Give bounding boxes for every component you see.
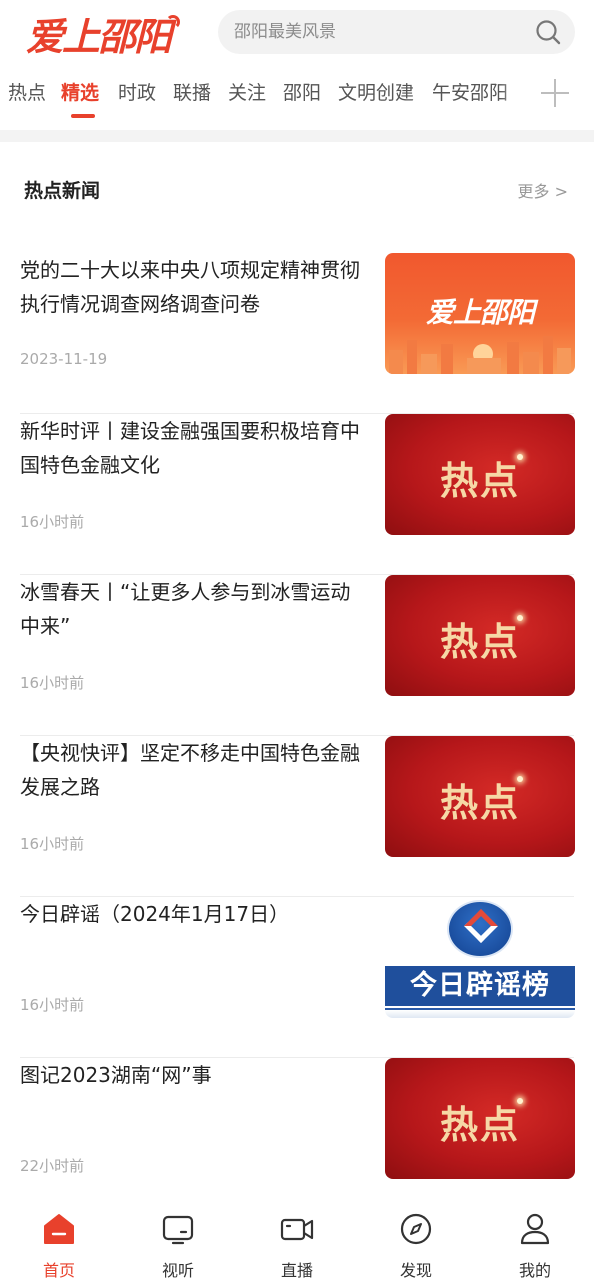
section-title: 热点新闻 [24,180,101,202]
app-header: 爱上邵阳 [0,0,594,66]
rumor-seal-logo [447,900,513,958]
news-title: 党的二十大以来中央八项规定精神贯彻执行情况调查网络调查问卷 [20,258,360,316]
thumb-hot-text: 热点 [439,458,520,503]
news-thumbnail: 热点 [385,1058,575,1179]
tab-good-afternoon[interactable]: 午安邵阳 [432,78,508,105]
tab-broadcast[interactable]: 联播 [173,78,211,105]
tab-civilization[interactable]: 文明创建 [338,78,414,105]
city-skyline-graphic [389,336,571,374]
news-time: 16小时前 [20,835,85,853]
news-title: 新华时评丨建设金融强国要积极培育中国特色金融文化 [20,419,360,477]
thumb-hot-text: 热点 [439,780,520,825]
news-item[interactable]: 【央视快评】坚定不移走中国特色金融发展之路 16小时前 热点 [0,736,594,897]
tabs-fade [500,72,530,118]
active-tab-indicator [71,114,95,118]
app-logo[interactable]: 爱上邵阳 [26,10,181,59]
rumor-banner-text: 今日辟谣榜 [385,966,575,1006]
news-thumbnail: 今日辟谣榜 [385,897,575,1018]
video-camera-icon [280,1218,314,1241]
nav-label: 直播 [280,1261,313,1280]
tv-icon [162,1215,194,1245]
news-time: 16小时前 [20,674,85,692]
channel-tabs: 热点 精选 时政 联播 关注 邵阳 文明创建 午安邵阳 [0,72,594,122]
add-channel-icon[interactable] [540,78,570,108]
search-icon[interactable] [535,19,561,45]
compass-icon [400,1213,432,1245]
bottom-navigation: 首页 视听 直播 发现 我的 [0,1200,594,1280]
news-item[interactable]: 党的二十大以来中央八项规定精神贯彻执行情况调查网络调查问卷 2023-11-19… [0,253,594,414]
tab-hot[interactable]: 热点 [8,78,46,105]
banner-subline [385,1008,575,1018]
tab-politics[interactable]: 时政 [118,78,156,105]
news-thumbnail: 热点 [385,575,575,696]
thumb-brand-text: 爱上邵阳 [425,296,535,329]
thumb-hot-text: 热点 [439,619,520,664]
nav-live[interactable]: 直播 [257,1212,337,1280]
news-title: 【央视快评】坚定不移走中国特色金融发展之路 [20,741,360,799]
news-title: 图记2023湖南“网”事 [20,1063,212,1087]
sparkle-icon [517,1098,523,1104]
nav-audio-video[interactable]: 视听 [138,1212,218,1280]
news-title: 今日辟谣（2024年1月17日） [20,902,290,926]
nav-label: 视听 [161,1261,194,1280]
news-item[interactable]: 冰雪春天丨“让更多人参与到冰雪运动中来” 16小时前 热点 [0,575,594,736]
nav-mine[interactable]: 我的 [495,1212,575,1280]
news-thumbnail: 热点 [385,414,575,535]
more-link[interactable]: 更多 > [518,178,569,202]
nav-label: 首页 [42,1261,75,1280]
news-time: 16小时前 [20,513,85,531]
search-input[interactable] [234,10,524,54]
sparkle-icon [517,454,523,460]
thumb-hot-text: 热点 [439,1102,520,1147]
news-time: 2023-11-19 [20,350,108,368]
tab-featured[interactable]: 精选 [61,78,99,105]
search-bar[interactable] [218,10,575,54]
nav-home[interactable]: 首页 [19,1212,99,1280]
news-item[interactable]: 新华时评丨建设金融强国要积极培育中国特色金融文化 16小时前 热点 [0,414,594,575]
news-thumbnail: 爱上邵阳 [385,253,575,374]
user-icon [520,1213,550,1245]
news-time: 22小时前 [20,1157,85,1175]
tab-shaoyang[interactable]: 邵阳 [283,78,321,105]
news-thumbnail: 热点 [385,736,575,857]
tab-follow[interactable]: 关注 [228,78,266,105]
signal-icon [166,15,181,29]
section-divider [0,130,594,142]
news-item[interactable]: 图记2023湖南“网”事 22小时前 热点 [0,1058,594,1219]
sparkle-icon [517,776,523,782]
home-icon [44,1214,74,1244]
nav-label: 我的 [518,1261,551,1280]
nav-discover[interactable]: 发现 [376,1212,456,1280]
nav-label: 发现 [399,1261,432,1280]
news-title: 冰雪春天丨“让更多人参与到冰雪运动中来” [20,580,351,638]
news-item[interactable]: 今日辟谣（2024年1月17日） 16小时前 今日辟谣榜 [0,897,594,1058]
news-time: 16小时前 [20,996,85,1014]
logo-text: 爱上邵阳 [26,14,172,59]
sparkle-icon [517,615,523,621]
